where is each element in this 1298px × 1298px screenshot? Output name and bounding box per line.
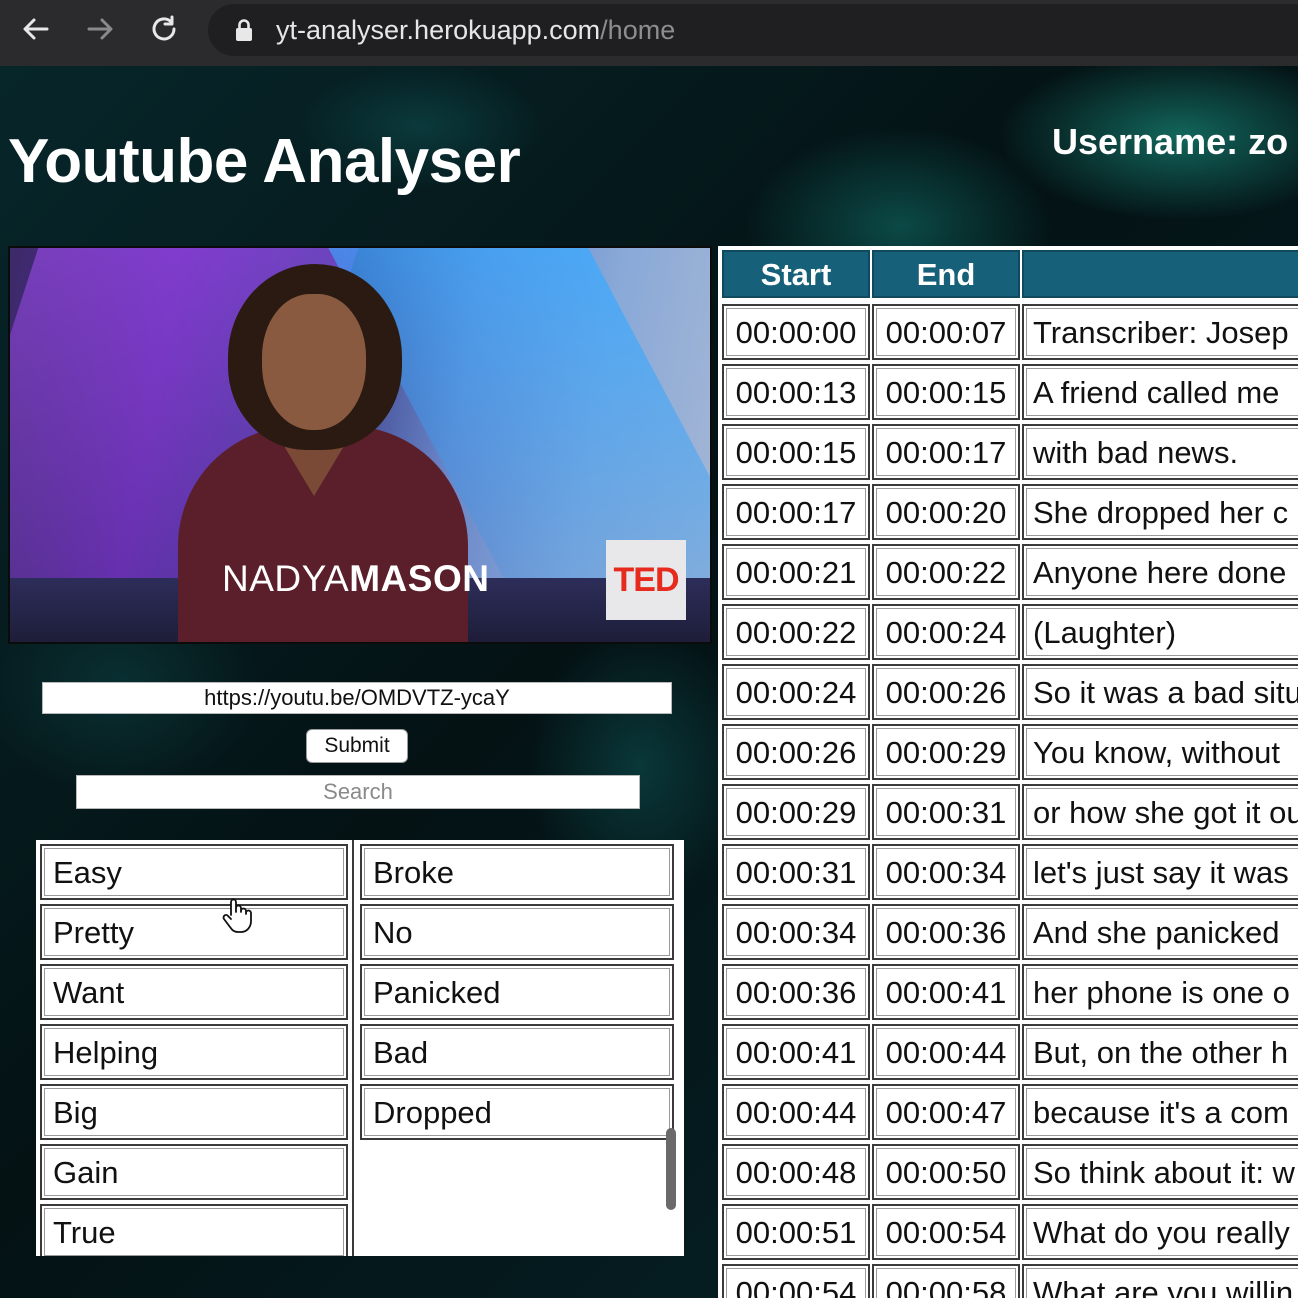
word-item[interactable]: No <box>360 904 674 960</box>
transcript-text-cell: She dropped her c <box>1022 484 1298 540</box>
end-time-cell: 00:00:41 <box>872 964 1020 1020</box>
url-domain: yt-analyser.herokuapp.com <box>276 15 601 45</box>
transcript-table: Start End 00:00:00 00:00:07 Transcriber: J… <box>718 246 1298 1298</box>
back-button[interactable] <box>19 12 53 46</box>
start-time-cell: 00:00:44 <box>722 1084 870 1140</box>
end-time-cell: 00:00:50 <box>872 1144 1020 1200</box>
start-time-cell: 00:00:13 <box>722 364 870 420</box>
video-player[interactable]: NADYAMASON TED <box>8 246 712 644</box>
word-item[interactable]: Panicked <box>360 964 674 1020</box>
url-text: yt-analyser.herokuapp.com/home <box>276 15 675 46</box>
start-time-cell: 00:00:29 <box>722 784 870 840</box>
end-time-cell: 00:00:15 <box>872 364 1020 420</box>
end-time-cell: 00:00:44 <box>872 1024 1020 1080</box>
video-url-input[interactable] <box>42 682 672 714</box>
speaker-first-name: NADYA <box>222 558 350 599</box>
transcript-text-cell: let's just say it was <box>1022 844 1298 900</box>
address-bar[interactable]: yt-analyser.herokuapp.com/home <box>208 4 1298 56</box>
start-time-cell: 00:00:24 <box>722 664 870 720</box>
lock-icon <box>236 19 252 41</box>
word-item[interactable]: Big <box>40 1084 348 1140</box>
end-time-cell: 00:00:20 <box>872 484 1020 540</box>
start-time-cell: 00:00:00 <box>722 304 870 360</box>
column-header-text[interactable] <box>1022 250 1298 298</box>
word-item[interactable]: Gain <box>40 1144 348 1200</box>
start-time-cell: 00:00:15 <box>722 424 870 480</box>
transcript-text-cell: her phone is one o <box>1022 964 1298 1020</box>
word-lists-panel: Easy Pretty Want Helping Big Gain True B… <box>36 840 684 1256</box>
reload-button[interactable] <box>147 12 181 46</box>
transcript-text-cell: Anyone here done <box>1022 544 1298 600</box>
ted-logo: TED <box>606 540 686 620</box>
hand-cursor-icon <box>222 898 252 933</box>
transcript-text-cell: But, on the other h <box>1022 1024 1298 1080</box>
browser-toolbar: yt-analyser.herokuapp.com/home <box>0 0 1298 66</box>
reload-icon <box>152 15 176 41</box>
transcript-text-cell: with bad news. <box>1022 424 1298 480</box>
search-input[interactable] <box>76 775 640 809</box>
word-item[interactable]: Dropped <box>360 1084 674 1140</box>
arrow-right-icon <box>87 18 113 40</box>
word-item[interactable]: True <box>40 1204 348 1256</box>
start-time-cell: 00:00:31 <box>722 844 870 900</box>
start-time-cell: 00:00:26 <box>722 724 870 780</box>
url-path: /home <box>600 15 676 45</box>
arrow-left-icon <box>23 18 49 40</box>
speaker-name-caption: NADYAMASON <box>222 558 489 600</box>
word-item[interactable]: Helping <box>40 1024 348 1080</box>
start-time-cell: 00:00:22 <box>722 604 870 660</box>
start-time-cell: 00:00:51 <box>722 1204 870 1260</box>
transcript-text-cell: because it's a com <box>1022 1084 1298 1140</box>
end-time-cell: 00:00:47 <box>872 1084 1020 1140</box>
end-time-cell: 00:00:26 <box>872 664 1020 720</box>
transcript-text-cell: (Laughter) <box>1022 604 1298 660</box>
word-item[interactable]: Bad <box>360 1024 674 1080</box>
positive-words-list: Easy Pretty Want Helping Big Gain True <box>36 840 354 1256</box>
speaker-last-name: MASON <box>349 558 490 599</box>
end-time-cell: 00:00:34 <box>872 844 1020 900</box>
forward-button[interactable] <box>83 12 117 46</box>
end-time-cell: 00:00:36 <box>872 904 1020 960</box>
word-item[interactable]: Want <box>40 964 348 1020</box>
transcript-text-cell: So it was a bad situ <box>1022 664 1298 720</box>
start-time-cell: 00:00:54 <box>722 1264 870 1298</box>
end-time-cell: 00:00:22 <box>872 544 1020 600</box>
end-time-cell: 00:00:17 <box>872 424 1020 480</box>
end-time-cell: 00:00:54 <box>872 1204 1020 1260</box>
start-time-cell: 00:00:36 <box>722 964 870 1020</box>
start-time-cell: 00:00:34 <box>722 904 870 960</box>
end-time-cell: 00:00:31 <box>872 784 1020 840</box>
end-time-cell: 00:00:29 <box>872 724 1020 780</box>
end-time-cell: 00:00:24 <box>872 604 1020 660</box>
word-item[interactable]: Broke <box>360 844 674 900</box>
page-body: Youtube Analyser Username: zo NADYAMASON… <box>0 66 1298 1298</box>
start-time-cell: 00:00:17 <box>722 484 870 540</box>
transcript-text-cell: So think about it: w <box>1022 1144 1298 1200</box>
submit-button[interactable]: Submit <box>306 729 408 763</box>
transcript-text-cell: And she panicked <box>1022 904 1298 960</box>
column-header-end[interactable]: End <box>872 250 1020 298</box>
page-title: Youtube Analyser <box>8 127 521 196</box>
transcript-text-cell: You know, without <box>1022 724 1298 780</box>
end-time-cell: 00:00:58 <box>872 1264 1020 1298</box>
word-item[interactable]: Pretty <box>40 904 348 960</box>
word-item[interactable]: Easy <box>40 844 348 900</box>
transcript-text-cell: A friend called me <box>1022 364 1298 420</box>
column-header-start[interactable]: Start <box>722 250 870 298</box>
transcript-text-cell: What are you willin <box>1022 1264 1298 1298</box>
transcript-text-cell: or how she got it ou <box>1022 784 1298 840</box>
username-label: Username: zo <box>1052 121 1289 162</box>
transcript-text-cell: What do you really <box>1022 1204 1298 1260</box>
start-time-cell: 00:00:21 <box>722 544 870 600</box>
end-time-cell: 00:00:07 <box>872 304 1020 360</box>
transcript-text-cell: Transcriber: Josep <box>1022 304 1298 360</box>
speaker-face <box>262 294 366 430</box>
word-list-scrollbar[interactable] <box>666 1128 676 1210</box>
start-time-cell: 00:00:41 <box>722 1024 870 1080</box>
start-time-cell: 00:00:48 <box>722 1144 870 1200</box>
